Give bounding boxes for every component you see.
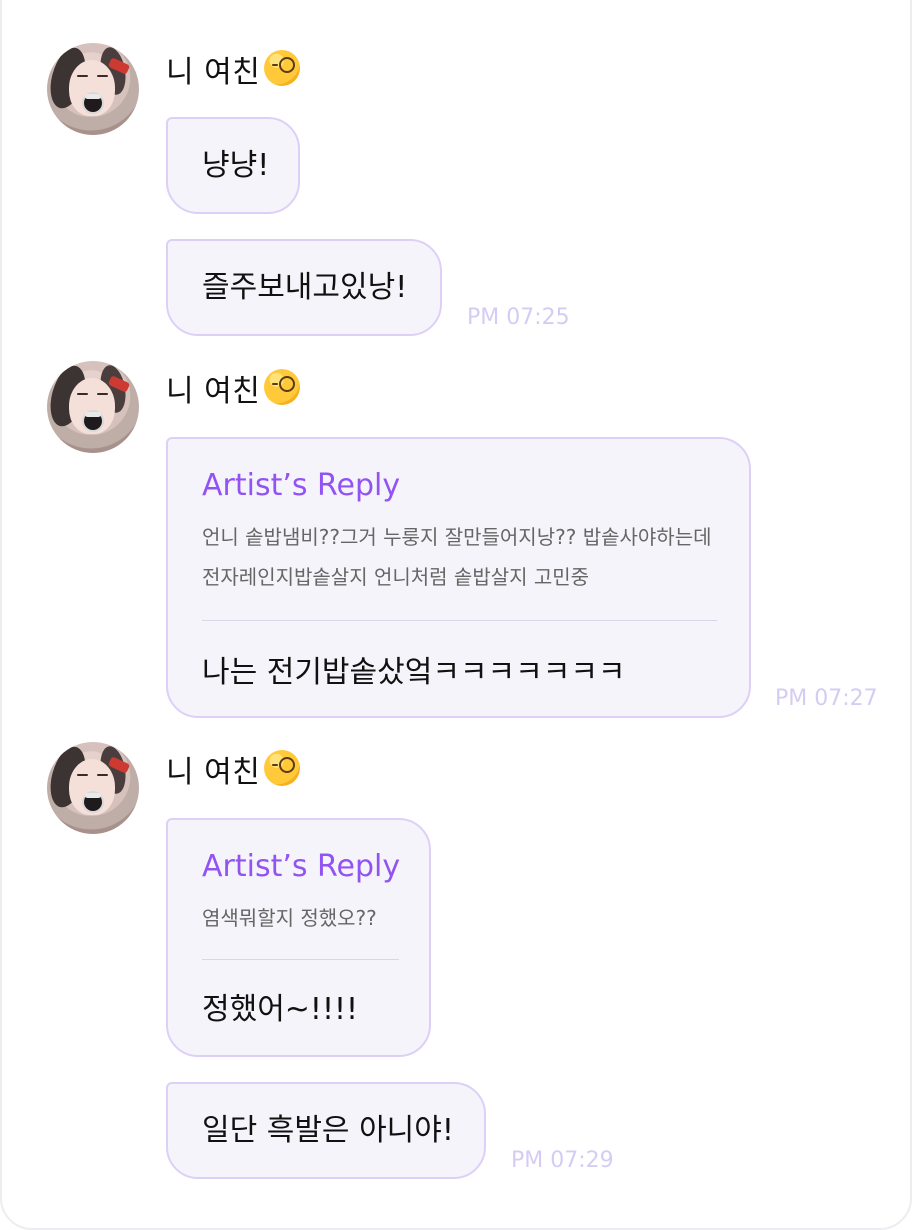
- sender-name-row: 니 여친: [166, 750, 301, 791]
- sender-name: 니 여친: [166, 55, 261, 90]
- sender-avatar[interactable]: [47, 361, 139, 453]
- artist-reply-bubble[interactable]: Artist’s Reply 언니 솥밥냄비??그거 누룽지 잘만들어지낭?? …: [166, 437, 751, 718]
- message-timestamp: PM 07:25: [467, 305, 570, 330]
- sender-name-row: 니 여친: [166, 369, 301, 410]
- reply-divider: [202, 620, 717, 621]
- message-timestamp: PM 07:27: [775, 686, 878, 711]
- artist-reply-answer: 나는 전기밥솥샀엌ㅋㅋㅋㅋㅋㅋㅋ: [202, 655, 626, 690]
- artist-reply-title: Artist’s Reply: [202, 849, 401, 884]
- artist-reply-answer: 정했어~!!!!: [202, 992, 359, 1027]
- avatar-eye-right: [97, 774, 108, 776]
- reply-divider: [202, 959, 399, 960]
- sender-name-row: 니 여친: [166, 50, 301, 91]
- avatar-eye-left: [77, 75, 88, 77]
- sender-avatar[interactable]: [47, 742, 139, 834]
- avatar-eye-right: [97, 75, 108, 77]
- artist-reply-title: Artist’s Reply: [202, 468, 401, 503]
- message-timestamp: PM 07:29: [511, 1148, 614, 1173]
- sender-name: 니 여친: [166, 755, 261, 790]
- message-text: 일단 흑발은 아니야!: [202, 1113, 454, 1148]
- sender-name: 니 여친: [166, 374, 261, 409]
- quoted-message: 염색뭐할지 정했오??: [202, 906, 377, 930]
- avatar-eye-right: [97, 393, 108, 395]
- sender-avatar[interactable]: [47, 43, 139, 135]
- avatar-teeth: [85, 412, 101, 417]
- message-bubble[interactable]: 일단 흑발은 아니야!: [166, 1082, 486, 1179]
- message-text: 즐주보내고있낭!: [202, 270, 408, 305]
- avatar-teeth: [85, 793, 101, 798]
- message-bubble[interactable]: 즐주보내고있낭!: [166, 239, 442, 336]
- avatar-eye-left: [77, 774, 88, 776]
- message-bubble[interactable]: 냥냥!: [166, 117, 300, 214]
- monocle-face-icon: [264, 369, 301, 405]
- monocle-face-icon: [264, 50, 301, 86]
- quoted-message: 언니 솥밥냄비??그거 누룽지 잘만들어지낭?? 밥솥사야하는데 전자레인지밥솥…: [202, 525, 712, 589]
- avatar-teeth: [85, 94, 101, 99]
- message-text: 냥냥!: [202, 148, 270, 183]
- artist-reply-bubble[interactable]: Artist’s Reply 염색뭐할지 정했오?? 정했어~!!!!: [166, 818, 431, 1057]
- monocle-face-icon: [264, 750, 301, 786]
- avatar-eye-left: [77, 393, 88, 395]
